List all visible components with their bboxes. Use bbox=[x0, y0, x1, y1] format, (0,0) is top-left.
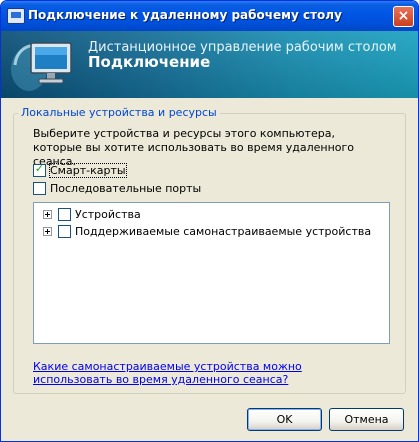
window-title: Подключение к удаленному рабочему столу bbox=[28, 8, 342, 22]
tree-item-pnp-devices[interactable]: Поддерживаемые самонастраиваемые устройс… bbox=[43, 225, 371, 239]
expand-plus-icon[interactable] bbox=[43, 227, 52, 236]
title-bar[interactable]: Подключение к удаленному рабочему столу … bbox=[1, 1, 418, 31]
check-mark-icon: ✓ bbox=[34, 162, 45, 175]
remote-desktop-monitor-icon bbox=[11, 42, 72, 91]
header-banner: Дистанционное управление рабочим столом … bbox=[1, 31, 418, 98]
pnp-devices-checkbox[interactable] bbox=[58, 225, 71, 238]
tree-item-devices-label: Устройства bbox=[75, 208, 141, 221]
tree-item-pnp-devices-label: Поддерживаемые самонастраиваемые устройс… bbox=[75, 225, 372, 238]
serial-ports-checkbox-row[interactable]: Последовательные порты bbox=[33, 182, 201, 196]
serial-ports-label[interactable]: Последовательные порты bbox=[50, 182, 201, 195]
close-button[interactable]: × bbox=[393, 6, 414, 27]
expand-plus-icon[interactable] bbox=[43, 210, 52, 219]
tree-item-devices[interactable]: Устройства bbox=[43, 208, 141, 222]
cancel-button[interactable]: Отмена bbox=[329, 408, 404, 431]
smartcards-label[interactable]: Смарт-карты bbox=[49, 163, 127, 178]
devices-checkbox[interactable] bbox=[58, 208, 71, 221]
banner-title: Подключение bbox=[88, 53, 211, 71]
group-legend: Локальные устройства и ресурсы bbox=[18, 106, 220, 119]
pnp-devices-help-link[interactable]: Какие самонастраиваемые устройства можно… bbox=[33, 360, 373, 386]
smartcards-checkbox[interactable]: ✓ bbox=[33, 162, 46, 177]
group-description: Выберите устройства и ресурсы этого комп… bbox=[33, 127, 355, 168]
remote-desktop-app-icon bbox=[7, 8, 25, 24]
serial-ports-checkbox[interactable] bbox=[33, 182, 46, 195]
dialog-window: Подключение к удаленному рабочему столу … bbox=[0, 0, 419, 442]
ok-button[interactable]: OK bbox=[247, 408, 322, 431]
devices-tree[interactable]: Устройства Поддерживаемые самонастраивае… bbox=[33, 202, 390, 344]
smartcards-checkbox-row[interactable]: ✓ Смарт-карты bbox=[33, 162, 127, 178]
